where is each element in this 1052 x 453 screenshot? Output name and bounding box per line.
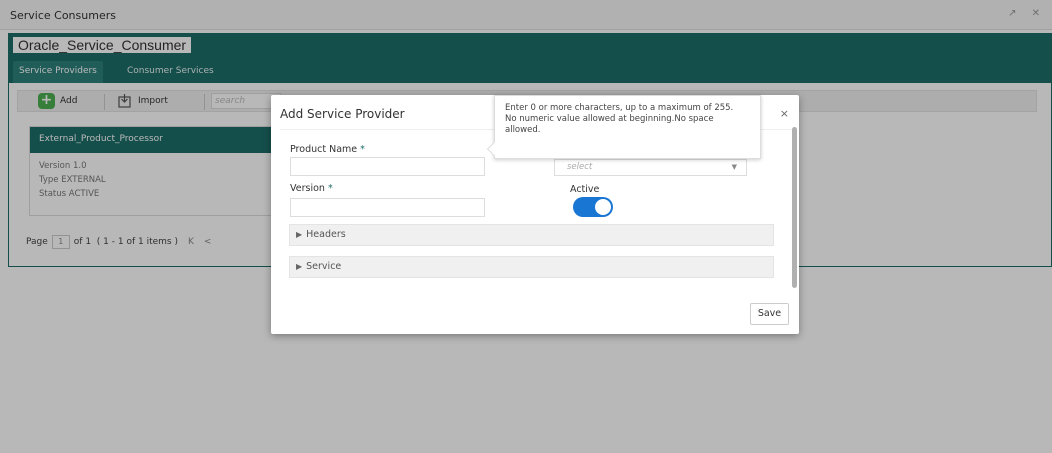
service-section[interactable]: ▶ Service — [289, 256, 774, 278]
product-name-label: Product Name * — [290, 144, 365, 155]
version-input[interactable] — [290, 198, 485, 217]
save-button[interactable]: Save — [750, 303, 789, 325]
provider-select[interactable]: select ▼ — [554, 159, 747, 176]
dialog-title: Add Service Provider — [280, 107, 405, 121]
close-icon[interactable]: × — [780, 107, 789, 120]
dialog-scrollbar[interactable] — [792, 127, 797, 288]
select-placeholder: select — [567, 162, 593, 172]
expand-arrow-icon: ▶ — [296, 262, 303, 271]
validation-tooltip: Enter 0 or more characters, up to a maxi… — [486, 95, 761, 159]
tooltip-line-1: Enter 0 or more characters, up to a maxi… — [505, 103, 734, 113]
active-toggle[interactable] — [573, 197, 613, 217]
headers-section[interactable]: ▶ Headers — [289, 224, 774, 246]
headers-section-label: Headers — [306, 229, 346, 240]
service-section-label: Service — [306, 261, 342, 272]
required-marker: * — [360, 144, 365, 155]
expand-arrow-icon: ▶ — [296, 230, 303, 239]
version-label: Version * — [290, 183, 333, 194]
product-name-input[interactable] — [290, 157, 485, 176]
product-name-label-text: Product Name — [290, 144, 358, 155]
tooltip-line-2: No numeric value allowed at beginning.No… — [505, 114, 714, 135]
active-label: Active — [570, 184, 600, 195]
required-marker: * — [327, 183, 333, 194]
chevron-down-icon: ▼ — [731, 163, 737, 171]
toggle-knob — [595, 199, 611, 215]
version-label-text: Version — [290, 183, 325, 194]
